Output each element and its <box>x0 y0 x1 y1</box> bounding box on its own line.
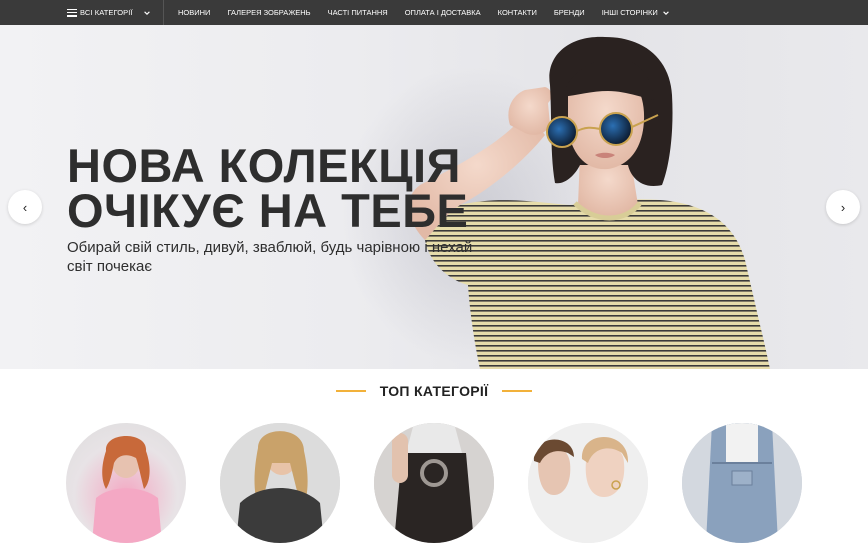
hero-title-line-1: НОВА КОЛЕКЦІЯ <box>67 139 461 192</box>
top-categories-title: ТОП КАТЕГОРІЇ <box>379 383 489 399</box>
main-menu: НОВИНИ ГАЛЕРЕЯ ЗОБРАЖЕНЬ ЧАСТІ ПИТАННЯ О… <box>178 0 687 25</box>
all-categories-label: ВСІ КАТЕГОРІЇ <box>80 8 133 17</box>
slider-next-button[interactable]: › <box>826 190 860 224</box>
nav-item-other-pages[interactable]: ІНШІ СТОРІНКИ <box>602 8 670 17</box>
category-image <box>682 423 802 543</box>
category-image <box>220 423 340 543</box>
category-item[interactable] <box>374 423 494 543</box>
hero-title-line-2: ОЧІКУЄ НА ТЕБЕ <box>67 184 469 237</box>
nav-item-brands[interactable]: БРЕНДИ <box>554 8 585 17</box>
category-image <box>374 423 494 543</box>
chevron-right-icon: › <box>840 199 846 215</box>
chevron-down-icon <box>662 9 670 17</box>
hero-title: НОВА КОЛЕКЦІЯ ОЧІКУЄ НА ТЕБЕ <box>67 139 469 237</box>
heading-decor-line-left <box>335 390 366 392</box>
nav-item-other-pages-label: ІНШІ СТОРІНКИ <box>601 8 658 17</box>
menu-icon <box>67 8 77 17</box>
category-image <box>528 423 648 543</box>
nav-item-payment-delivery[interactable]: ОПЛАТА І ДОСТАВКА <box>405 8 481 17</box>
category-item[interactable] <box>220 423 340 543</box>
top-navigation: ВСІ КАТЕГОРІЇ НОВИНИ ГАЛЕРЕЯ ЗОБРАЖЕНЬ Ч… <box>0 0 868 25</box>
nav-item-gallery[interactable]: ГАЛЕРЕЯ ЗОБРАЖЕНЬ <box>227 8 310 17</box>
top-categories-heading: ТОП КАТЕГОРІЇ <box>0 383 868 399</box>
category-item[interactable] <box>528 423 648 543</box>
hero-slider: НОВА КОЛЕКЦІЯ ОЧІКУЄ НА ТЕБЕ Обирай свій… <box>0 25 868 369</box>
slider-prev-button[interactable]: ‹ <box>8 190 42 224</box>
category-item[interactable] <box>682 423 802 543</box>
category-list <box>0 423 868 543</box>
heading-decor-line-right <box>502 390 533 392</box>
hero-subtitle: Обирай свій стиль, дивуй, зваблюй, будь … <box>67 239 473 275</box>
nav-item-contacts[interactable]: КОНТАКТИ <box>498 8 537 17</box>
nav-item-news[interactable]: НОВИНИ <box>178 8 210 17</box>
nav-item-faq[interactable]: ЧАСТІ ПИТАННЯ <box>328 8 388 17</box>
category-image <box>92 436 162 543</box>
all-categories-button[interactable]: ВСІ КАТЕГОРІЇ <box>0 0 164 25</box>
chevron-left-icon: ‹ <box>22 199 28 215</box>
chevron-down-icon <box>143 9 151 17</box>
category-item[interactable] <box>66 423 186 543</box>
